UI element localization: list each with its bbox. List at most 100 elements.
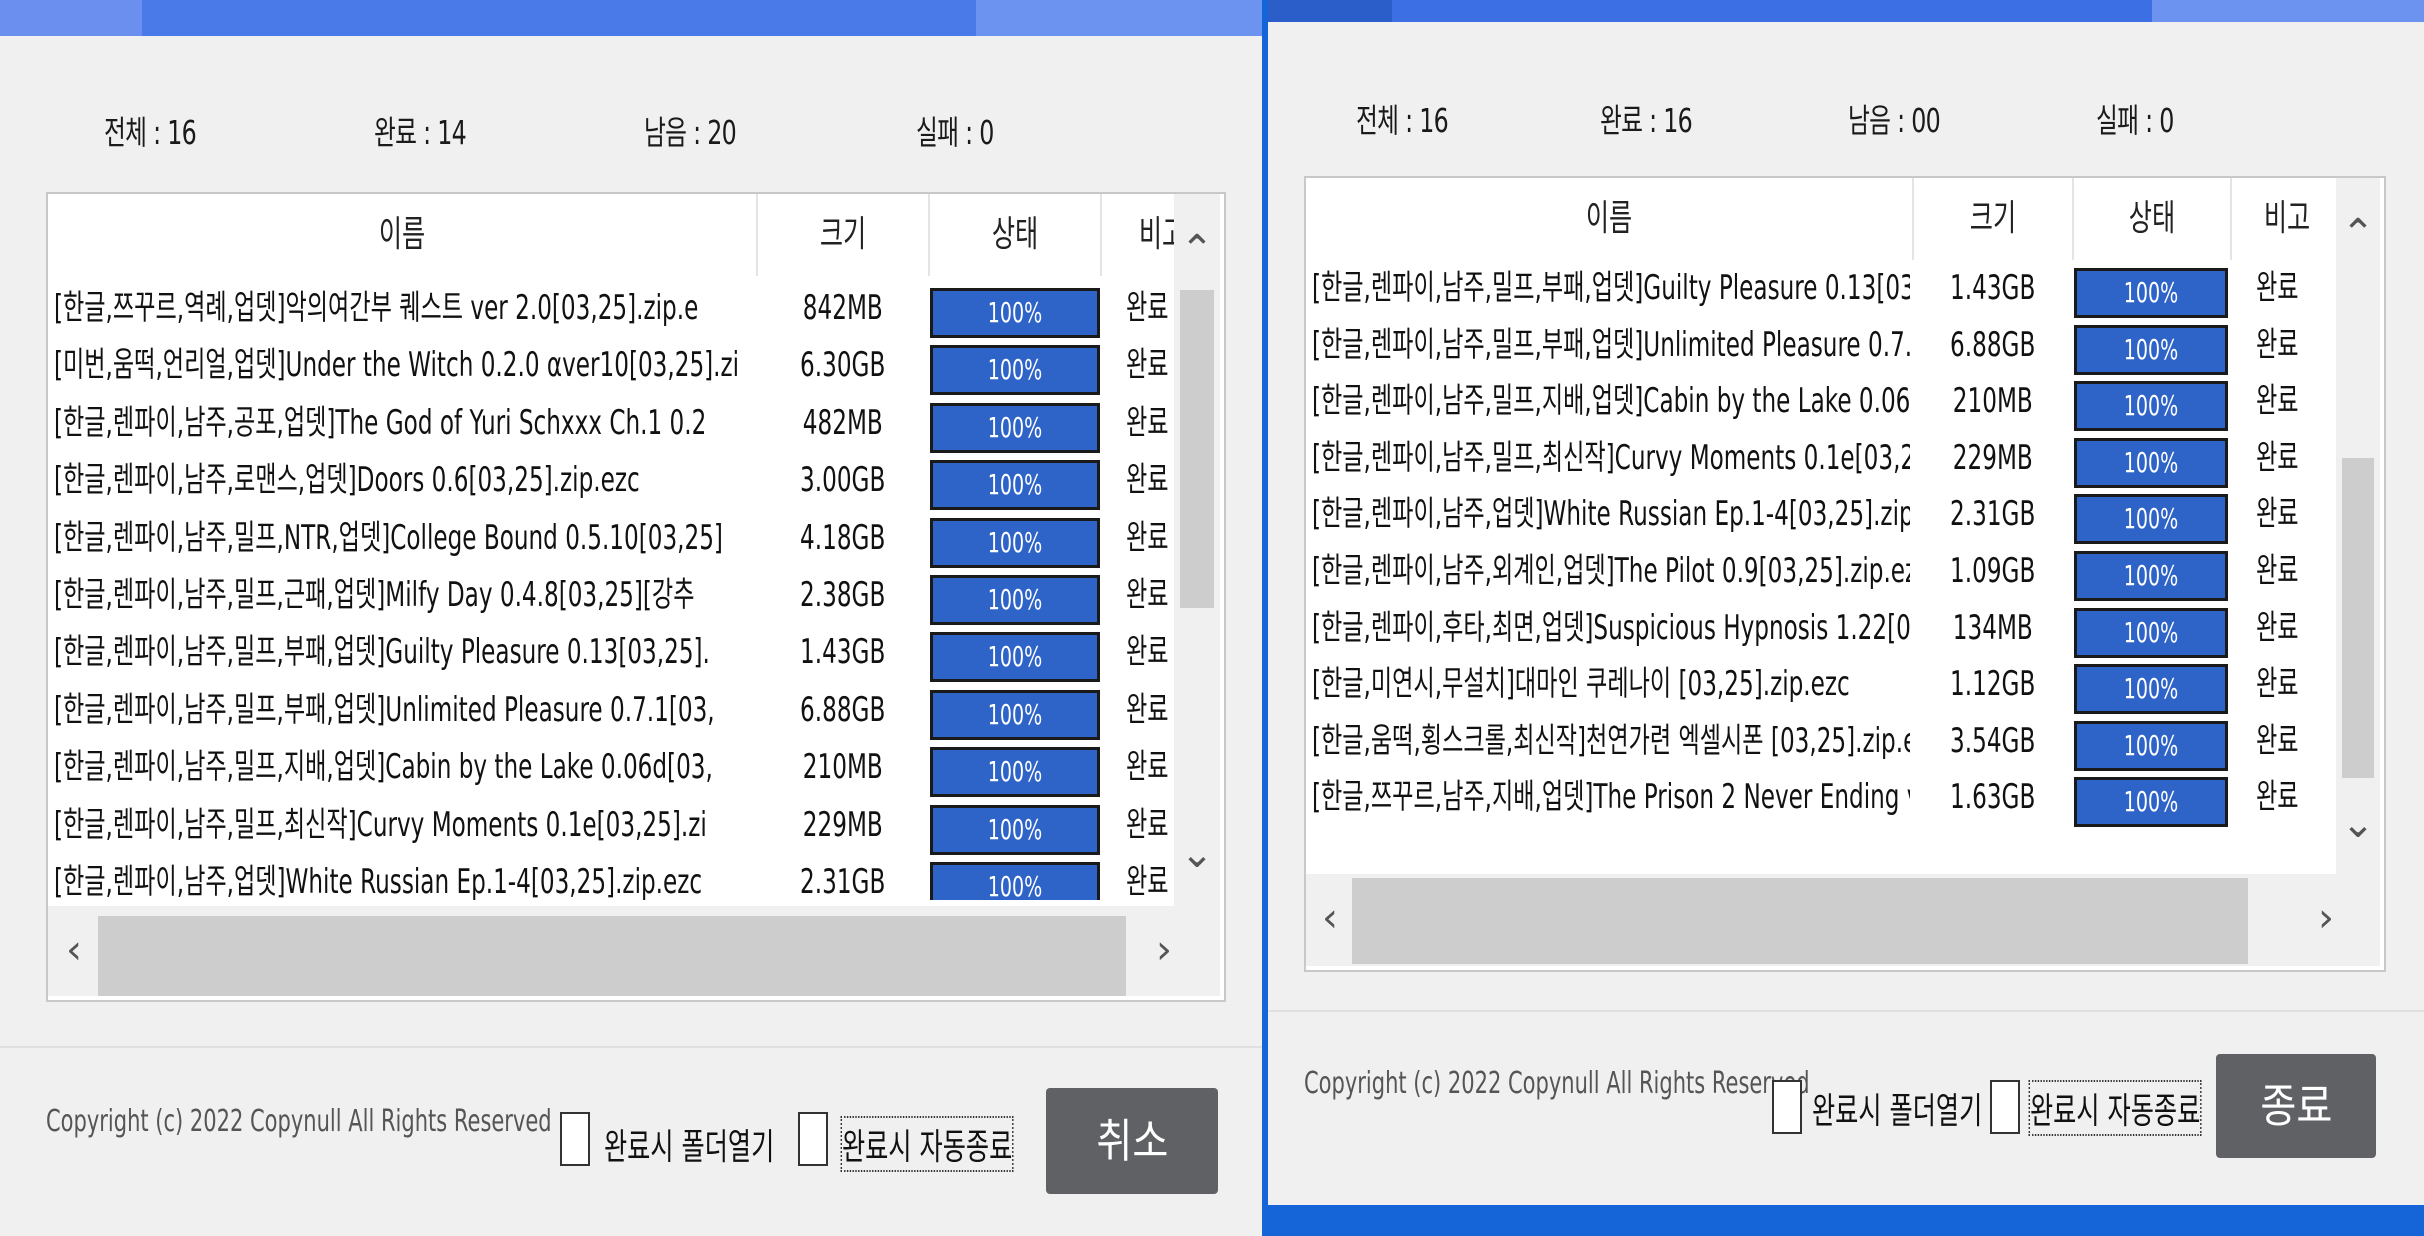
column-header-size[interactable]: 크기 — [784, 194, 903, 276]
list-item[interactable]: [한글,쯔꾸르,남주,지배,업뎃]The Prison 2 Never Endi… — [1306, 769, 2338, 828]
column-header-note[interactable]: 비고 — [2249, 178, 2326, 260]
list-item[interactable]: [한글,렌파이,남주,밀프,NTR,업뎃]College Bound 0.5.1… — [48, 510, 1174, 568]
file-size: 6.30GB — [800, 345, 886, 386]
open-folder-label[interactable]: 완료시 폴더열기 — [1812, 1082, 1982, 1134]
progress-bar: 100% — [930, 747, 1100, 798]
column-divider[interactable] — [1912, 178, 1914, 260]
progress-text: 100% — [987, 812, 1043, 846]
file-size: 2.38GB — [800, 575, 886, 615]
list-item[interactable]: [한글,움떡,횡스크롤,최신작]천연가련 엑셀시폰 [03,25].zip.ez… — [1306, 713, 2338, 771]
column-divider[interactable] — [1100, 194, 1102, 276]
progress-bar: 100% — [2074, 607, 2228, 658]
progress-text: 100% — [2123, 276, 2179, 309]
chevron-up-icon[interactable]: ⌃ — [1174, 230, 1220, 270]
list-item[interactable]: [한글,미연시,무설치]대마인 쿠레나이 [03,25].zip.ezc 1.12… — [1306, 656, 2338, 715]
progress-text: 100% — [2123, 332, 2179, 366]
list-item[interactable]: [한글,쯔꾸르,역례,업뎃]악의여간부 퀘스트 ver 2.0[03,25].z… — [48, 280, 1174, 338]
file-note: 완료 — [1125, 804, 1169, 845]
close-button[interactable]: 종료 — [2216, 1054, 2376, 1158]
list-item[interactable]: [한글,렌파이,남주,업뎃]White Russian Ep.1-4[03,25… — [48, 854, 1174, 900]
auto-close-label[interactable]: 완료시 자동종료 — [840, 1116, 1014, 1172]
list-item[interactable]: [한글,렌파이,남주,밀프,최신작]Curvy Moments 0.1e[03,… — [1306, 430, 2338, 488]
list-item[interactable]: [한글,렌파이,남주,밀프,지배,업뎃]Cabin by the Lake 0.… — [48, 739, 1174, 798]
column-header-size[interactable]: 크기 — [1938, 178, 2049, 260]
open-folder-checkbox[interactable] — [560, 1112, 590, 1166]
stat-failed: 실패 : 0 — [916, 113, 994, 152]
list-item[interactable]: [한글,렌파이,남주,밀프,부패,업뎃]Guilty Pleasure 0.13… — [48, 624, 1174, 683]
horizontal-scrollbar[interactable]: ‹ › — [48, 906, 1220, 996]
progress-text: 100% — [2123, 785, 2179, 819]
chevron-right-icon[interactable]: › — [2306, 898, 2346, 938]
list-item[interactable]: [한글,렌파이,남주,업뎃]White Russian Ep.1-4[03,25… — [1306, 486, 2338, 545]
progress-bar: 100% — [2074, 324, 2228, 375]
open-folder-label[interactable]: 완료시 폴더열기 — [604, 1118, 774, 1170]
horizontal-scroll-thumb[interactable] — [1352, 878, 2248, 964]
list-item[interactable]: [한글,렌파이,남주,밀프,근패,업뎃]Milfy Day 0.4.8[03,2… — [48, 567, 1174, 625]
chevron-down-icon[interactable]: ⌄ — [1174, 834, 1220, 874]
list-item[interactable]: [한글,렌파이,남주,로맨스,업뎃]Doors 0.6[03,25].zip.e… — [48, 452, 1174, 511]
chevron-left-icon[interactable]: ‹ — [1310, 898, 1350, 938]
column-divider[interactable] — [756, 194, 758, 276]
title-bar[interactable] — [0, 0, 1262, 36]
file-note: 완료 — [2255, 494, 2299, 535]
vertical-scroll-thumb[interactable] — [2342, 458, 2374, 778]
list-item[interactable]: [한글,렌파이,남주,공포,업뎃]The God of Yuri Schxxx … — [48, 395, 1174, 453]
stat-total: 전체 : 16 — [1356, 101, 1449, 140]
column-header-status[interactable]: 상태 — [956, 194, 1075, 276]
auto-close-checkbox[interactable] — [798, 1112, 828, 1166]
progress-text: 100% — [2123, 445, 2179, 479]
auto-close-label[interactable]: 완료시 자동종료 — [2028, 1080, 2202, 1136]
vertical-scrollbar[interactable]: ⌃ ⌄ — [1174, 194, 1220, 910]
file-name: [한글,렌파이,남주,밀프,지배,업뎃]Cabin by the Lake 0.… — [1312, 381, 1910, 422]
progress-bar: 100% — [2074, 268, 2228, 318]
column-divider[interactable] — [928, 194, 930, 276]
list-item[interactable]: [한글,렌파이,남주,밀프,지배,업뎃]Cabin by the Lake 0.… — [1306, 373, 2338, 432]
column-header-name[interactable]: 이름 — [154, 194, 650, 276]
progress-bar: 100% — [2074, 494, 2228, 545]
chevron-right-icon[interactable]: › — [1144, 930, 1184, 970]
list-header: 이름 크기 상태 비고 — [48, 194, 1224, 276]
vertical-scroll-thumb[interactable] — [1180, 290, 1214, 608]
cancel-button[interactable]: 취소 — [1046, 1088, 1218, 1194]
file-note: 완료 — [1125, 517, 1169, 558]
title-bar-segment — [1268, 0, 1392, 22]
list-item[interactable]: [한글,렌파이,남주,밀프,부패,업뎃]Guilty Pleasure 0.13… — [1306, 260, 2338, 318]
column-header-name[interactable]: 이름 — [1397, 178, 1821, 260]
list-item[interactable]: [한글,렌파이,남주,외계인,업뎃]The Pilot 0.9[03,25].z… — [1306, 543, 2338, 601]
file-name: [한글,렌파이,남주,밀프,부패,업뎃]Guilty Pleasure 0.13… — [1312, 268, 1910, 308]
title-bar[interactable] — [1268, 0, 2424, 22]
column-divider[interactable] — [2072, 178, 2074, 260]
list-item[interactable]: [한글,렌파이,남주,밀프,부패,업뎃]Unlimited Pleasure 0… — [1306, 317, 2338, 375]
open-folder-checkbox[interactable] — [1772, 1080, 1802, 1134]
column-header-status[interactable]: 상태 — [2097, 178, 2206, 260]
file-list[interactable]: 이름 크기 상태 비고 [한글,렌파이,남주,밀프,부패,업뎃]Guilty P… — [1304, 176, 2386, 972]
file-note: 완료 — [1125, 862, 1169, 900]
file-list[interactable]: 이름 크기 상태 비고 [한글,쯔꾸르,역례,업뎃]악의여간부 퀘스트 ver … — [46, 192, 1226, 1002]
file-note: 완료 — [1125, 288, 1169, 328]
progress-text: 100% — [2123, 502, 2179, 536]
horizontal-scrollbar[interactable]: ‹ › — [1306, 874, 2380, 966]
file-note: 완료 — [1125, 689, 1169, 730]
chevron-down-icon[interactable]: ⌄ — [2336, 804, 2380, 844]
file-name: [한글,렌파이,남주,밀프,부패,업뎃]Unlimited Pleasure 0… — [1312, 324, 1910, 365]
download-window-left: 전체 : 16 완료 : 14 남음 : 20 실패 : 0 이름 크기 상태 … — [0, 0, 1262, 1236]
list-item[interactable]: [한글,렌파이,후타,최면,업뎃]Suspicious Hypnosis 1.2… — [1306, 600, 2338, 658]
progress-text: 100% — [987, 755, 1043, 789]
file-note: 완료 — [2255, 777, 2299, 818]
column-divider[interactable] — [2230, 178, 2232, 260]
file-name: [한글,렌파이,남주,밀프,부패,업뎃]Guilty Pleasure 0.13… — [54, 632, 710, 673]
file-name: [한글,렌파이,남주,업뎃]White Russian Ep.1-4[03,25… — [54, 862, 703, 900]
progress-bar: 100% — [2074, 664, 2228, 715]
vertical-scrollbar[interactable]: ⌃ ⌄ — [2336, 178, 2380, 874]
list-item[interactable]: [한글,렌파이,남주,밀프,최신작]Curvy Moments 0.1e[03,… — [48, 797, 1174, 855]
progress-text: 100% — [987, 353, 1043, 387]
file-name: [한글,움떡,횡스크롤,최신작]천연가련 엑셀시폰 [03,25].zip.ez… — [1312, 720, 1910, 761]
horizontal-scroll-thumb[interactable] — [98, 916, 1126, 996]
list-item[interactable]: [한글,렌파이,남주,밀프,부패,업뎃]Unlimited Pleasure 0… — [48, 682, 1174, 740]
chevron-up-icon[interactable]: ⌃ — [2336, 214, 2380, 254]
progress-text: 100% — [987, 640, 1043, 674]
progress-text: 100% — [987, 296, 1043, 329]
auto-close-checkbox[interactable] — [1990, 1080, 2020, 1134]
list-item[interactable]: [미번,움떡,언리얼,업뎃]Under the Witch 0.2.0 αver… — [48, 337, 1174, 396]
chevron-left-icon[interactable]: ‹ — [54, 930, 94, 970]
